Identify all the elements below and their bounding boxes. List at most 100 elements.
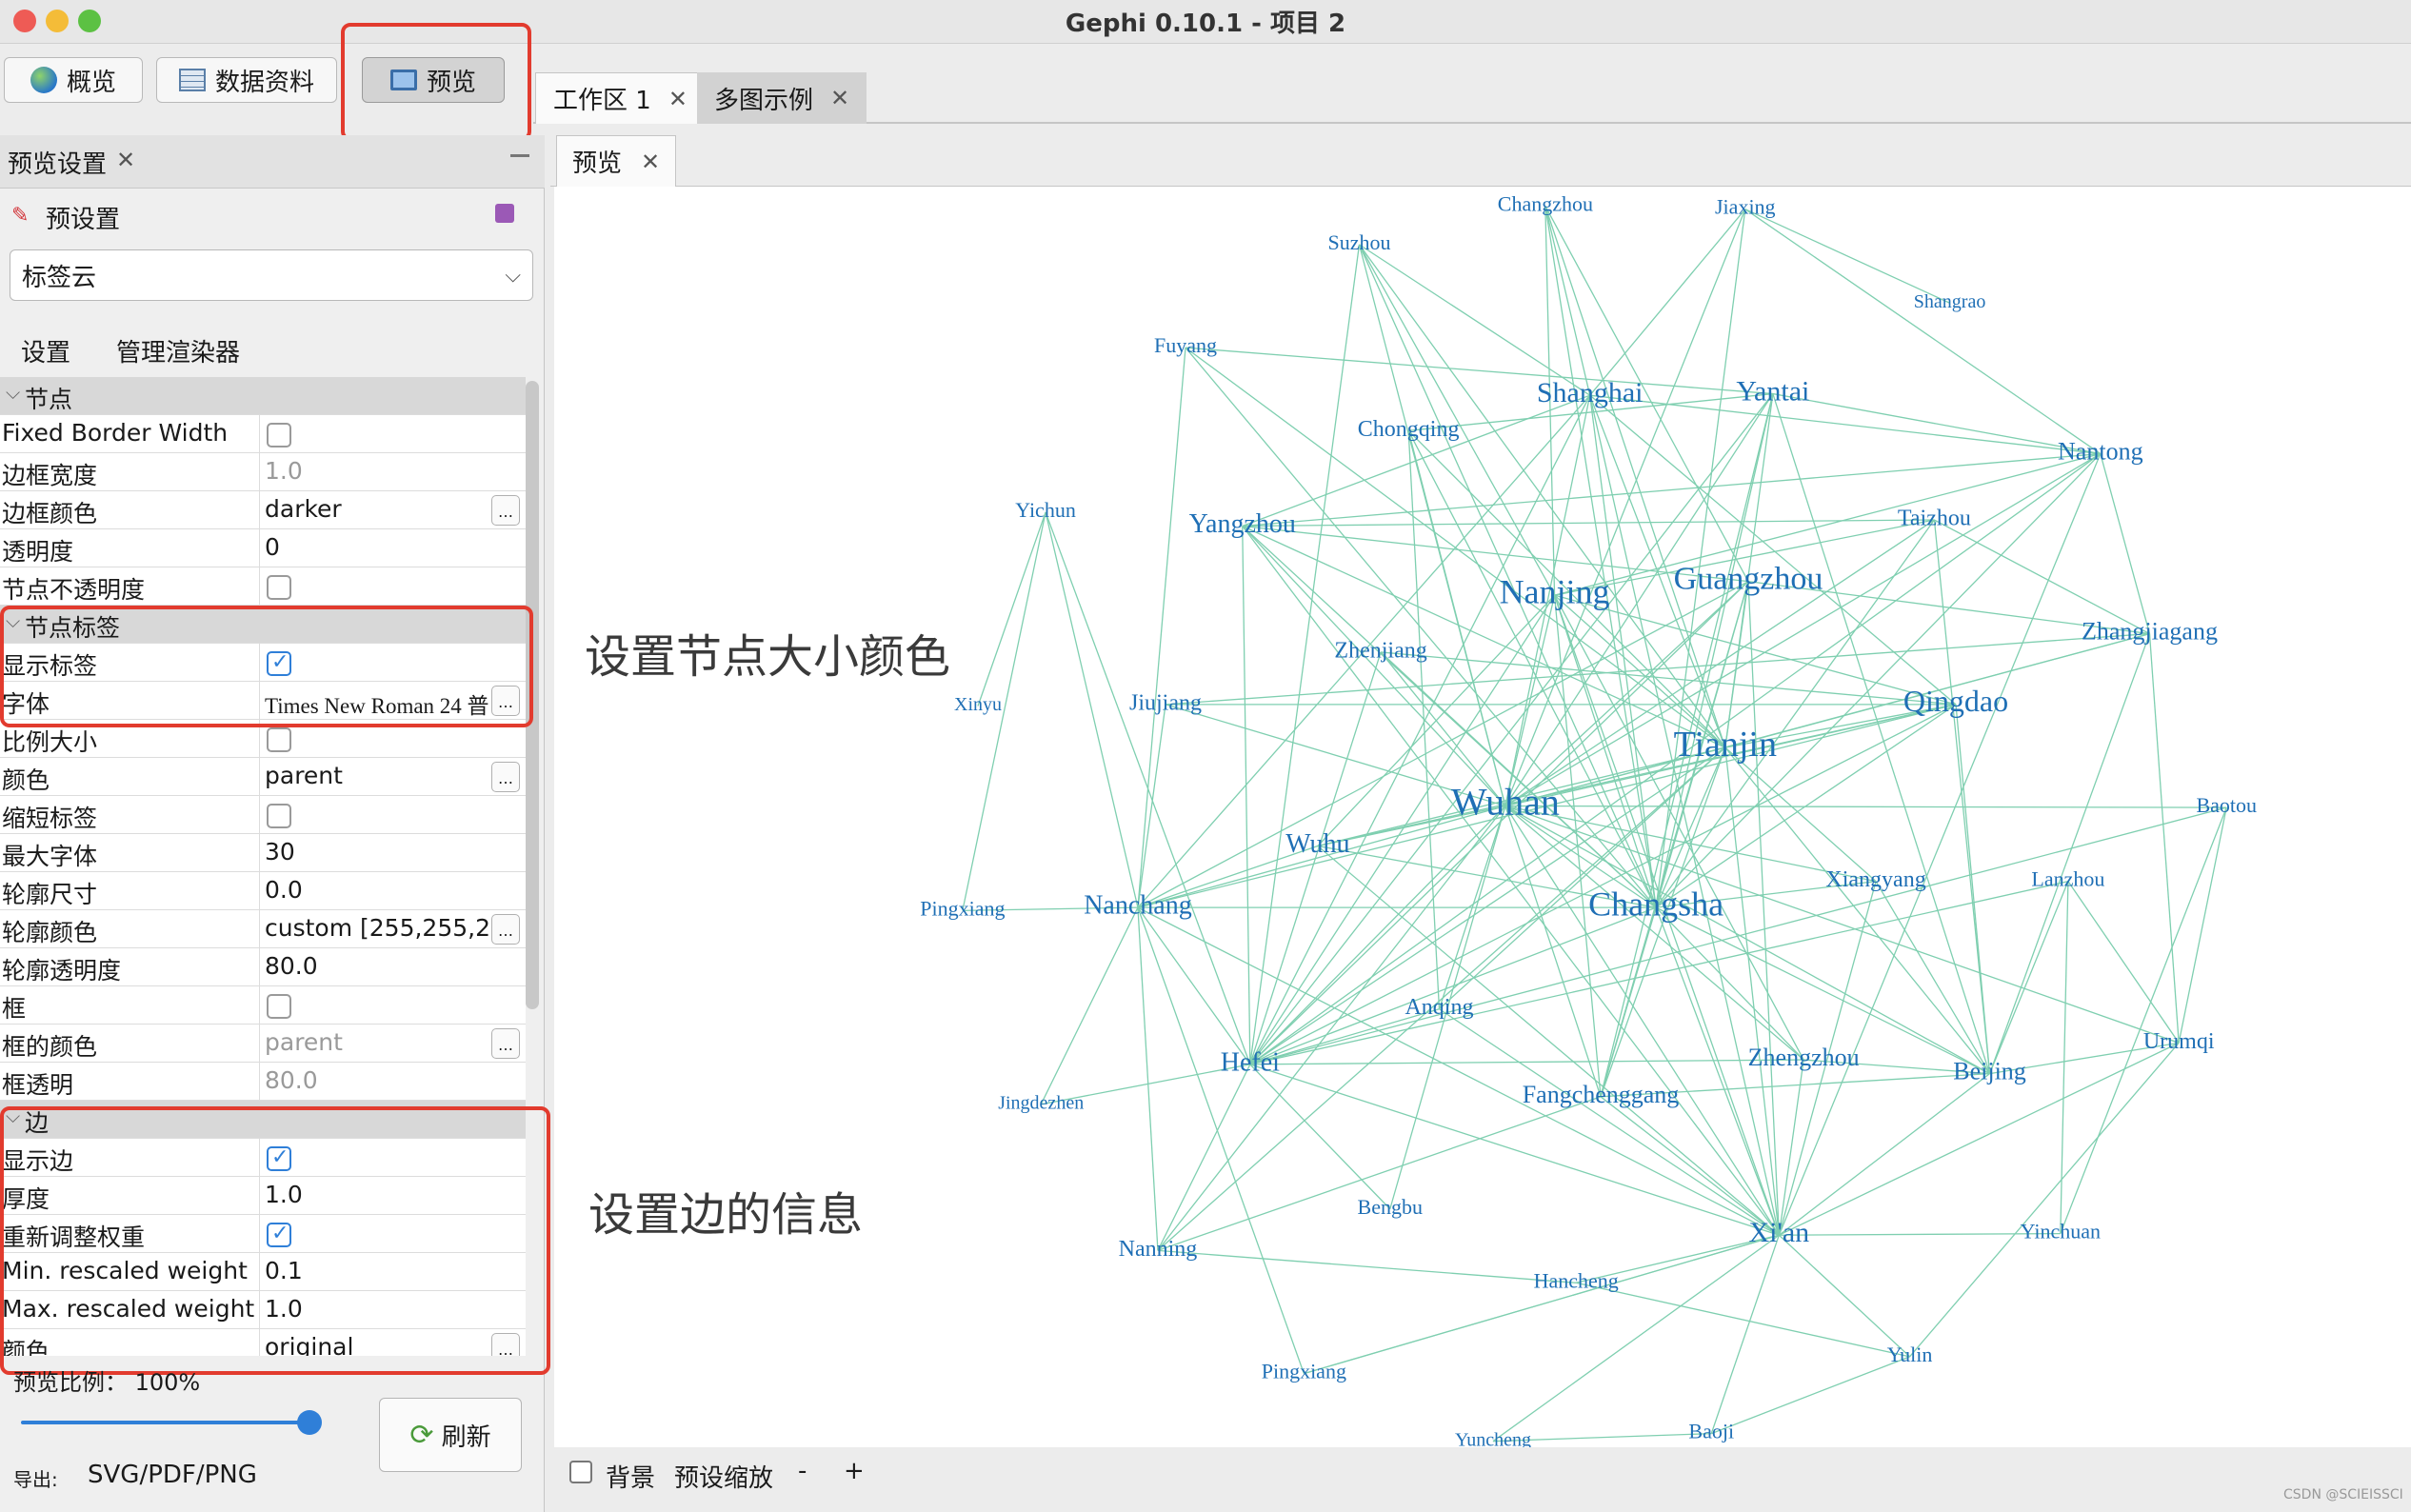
property-value[interactable]: 1.0 [265, 457, 493, 485]
property-divider [259, 834, 260, 872]
tab-multigraph-example[interactable]: 多图示例 ✕ [697, 72, 867, 124]
graph-node-label: Yinchuan [2021, 1220, 2101, 1243]
graph-edge [2148, 633, 2180, 1044]
property-name: 缩短标签 [2, 805, 98, 832]
close-icon[interactable]: ✕ [641, 149, 660, 175]
graph-edge [1589, 209, 1746, 396]
graph-edge [1772, 392, 2101, 455]
background-checkbox[interactable] [569, 1461, 592, 1483]
tab-multigraph-label: 多图示例 [714, 86, 814, 115]
graph-edge [1439, 1008, 1780, 1236]
tab-workspace-1-label: 工作区 1 [553, 87, 651, 115]
graph-node-label: Yantai [1736, 375, 1809, 407]
chevron-down-icon: ⌵ [505, 263, 521, 288]
preset-select-value: 标签云 [22, 263, 97, 292]
property-value[interactable]: 30 [265, 838, 493, 865]
property-value[interactable]: custom [255,255,2... [265, 914, 493, 942]
graph-edge [1137, 704, 1166, 908]
graph-node-label: Xiangyang [1825, 867, 1925, 892]
graph-node-label: Guangzhou [1674, 561, 1823, 596]
property-group[interactable]: ⌵ 节点 [0, 377, 526, 415]
graph-node-label: Zhengzhou [1748, 1044, 1860, 1071]
graph-edge [1137, 348, 1186, 908]
graph-edge [1504, 806, 1602, 1098]
zoom-in-button[interactable]: + [844, 1457, 865, 1485]
property-divider [259, 986, 260, 1025]
graph-node-label: Hefei [1221, 1047, 1280, 1077]
property-row: 节点不透明度 [0, 567, 526, 606]
property-checkbox[interactable] [267, 575, 291, 600]
property-value[interactable]: 0 [265, 533, 493, 561]
edit-property-button[interactable]: … [491, 762, 520, 792]
graph-edge [1544, 206, 1591, 396]
edit-property-button[interactable]: … [491, 914, 520, 945]
graph-node-label: Pingxiang [1262, 1360, 1346, 1383]
chevron-down-icon[interactable]: ⌵ [6, 381, 20, 404]
graph-node-label: Jingdezhen [998, 1092, 1084, 1113]
property-row: 轮廓颜色 custom [255,255,2...… [0, 910, 526, 948]
graph-edge [1747, 581, 1780, 1236]
property-value[interactable]: 0.0 [265, 876, 493, 904]
mode-preview-label: 预览 [426, 68, 476, 97]
edit-property-button[interactable]: … [491, 1028, 520, 1059]
property-name: 轮廓尺寸 [2, 881, 98, 908]
zoom-slider-handle[interactable] [297, 1410, 322, 1435]
property-row: 缩短标签 [0, 796, 526, 834]
tab-workspace-1[interactable]: 工作区 1 ✕ [535, 72, 706, 124]
refresh-button[interactable]: ⟳ 刷新 [379, 1398, 522, 1472]
property-value[interactable]: 80.0 [265, 1066, 493, 1094]
graph-edge [1554, 452, 2101, 596]
export-formats-link[interactable]: SVG/PDF/PNG [88, 1461, 257, 1489]
graph-node-label: Xinyu [954, 694, 1002, 715]
mode-overview-button[interactable]: 概览 [4, 57, 143, 103]
graph-edge [1249, 806, 2227, 1065]
mode-data-button[interactable]: 数据资料 [156, 57, 337, 103]
tab-settings[interactable]: 设置 [21, 333, 70, 368]
edit-property-button[interactable]: … [491, 495, 520, 526]
graph-node-label: Bengbu [1358, 1195, 1423, 1219]
preset-select[interactable]: 标签云 ⌵ [10, 249, 533, 301]
preview-tabbar [550, 135, 2411, 187]
property-name: 边框宽度 [2, 462, 98, 489]
property-value[interactable]: 80.0 [265, 952, 493, 980]
tab-manage-renderers[interactable]: 管理渲染器 [116, 333, 240, 368]
close-icon[interactable]: ✕ [830, 85, 849, 111]
graph-node-label: Anqing [1405, 995, 1473, 1020]
minimize-panel-icon[interactable] [510, 154, 529, 157]
panel-title: 预览设置 [8, 150, 108, 179]
zoom-slider-track[interactable] [21, 1421, 310, 1424]
graph-node-label: Zhangjiagang [2082, 618, 2218, 646]
globe-icon [30, 67, 57, 93]
graph-edge [2100, 453, 2151, 634]
zoom-out-button[interactable]: - [798, 1457, 807, 1485]
close-icon[interactable]: ✕ [668, 86, 687, 112]
property-divider [259, 758, 260, 796]
preset-zoom-label[interactable]: 预设缩放 [674, 1459, 773, 1494]
property-row: 边框宽度 1.0 [0, 453, 526, 491]
close-icon[interactable]: ✕ [116, 147, 135, 173]
property-name: 比例大小 [2, 728, 98, 756]
graph-edge [1249, 1064, 1780, 1236]
property-value[interactable]: darker [265, 495, 493, 523]
property-divider [259, 1025, 260, 1063]
graph-node-label: Nanning [1119, 1237, 1198, 1262]
tab-preview[interactable]: 预览 ✕ [556, 135, 677, 187]
graph-node-label: Yangzhou [1189, 509, 1296, 539]
save-preset-icon[interactable] [495, 204, 514, 223]
property-value[interactable]: parent [265, 1028, 493, 1056]
mode-data-label: 数据资料 [214, 68, 314, 97]
property-value[interactable]: parent [265, 762, 493, 789]
graph-node-label: Zhenjiang [1334, 638, 1426, 663]
preview-canvas[interactable]: Changzhou Jiaxing Suzhou Shangrao Fuyang Shan… [554, 187, 2411, 1450]
graph-node-label: Wuhu [1285, 829, 1349, 859]
refresh-icon: ⟳ [409, 1418, 434, 1452]
property-divider [259, 529, 260, 567]
mode-preview-button[interactable]: 预览 [362, 57, 505, 103]
graph-edge [1137, 907, 1159, 1251]
property-checkbox[interactable] [267, 804, 291, 828]
property-name: 框的颜色 [2, 1033, 98, 1061]
property-checkbox[interactable] [267, 423, 291, 448]
property-checkbox[interactable] [267, 727, 291, 752]
property-checkbox[interactable] [267, 994, 291, 1019]
gephi-window: Gephi 0.10.1 - 项目 2 概览 数据资料 预览 工作区 1 ✕ 多… [0, 0, 2411, 1512]
